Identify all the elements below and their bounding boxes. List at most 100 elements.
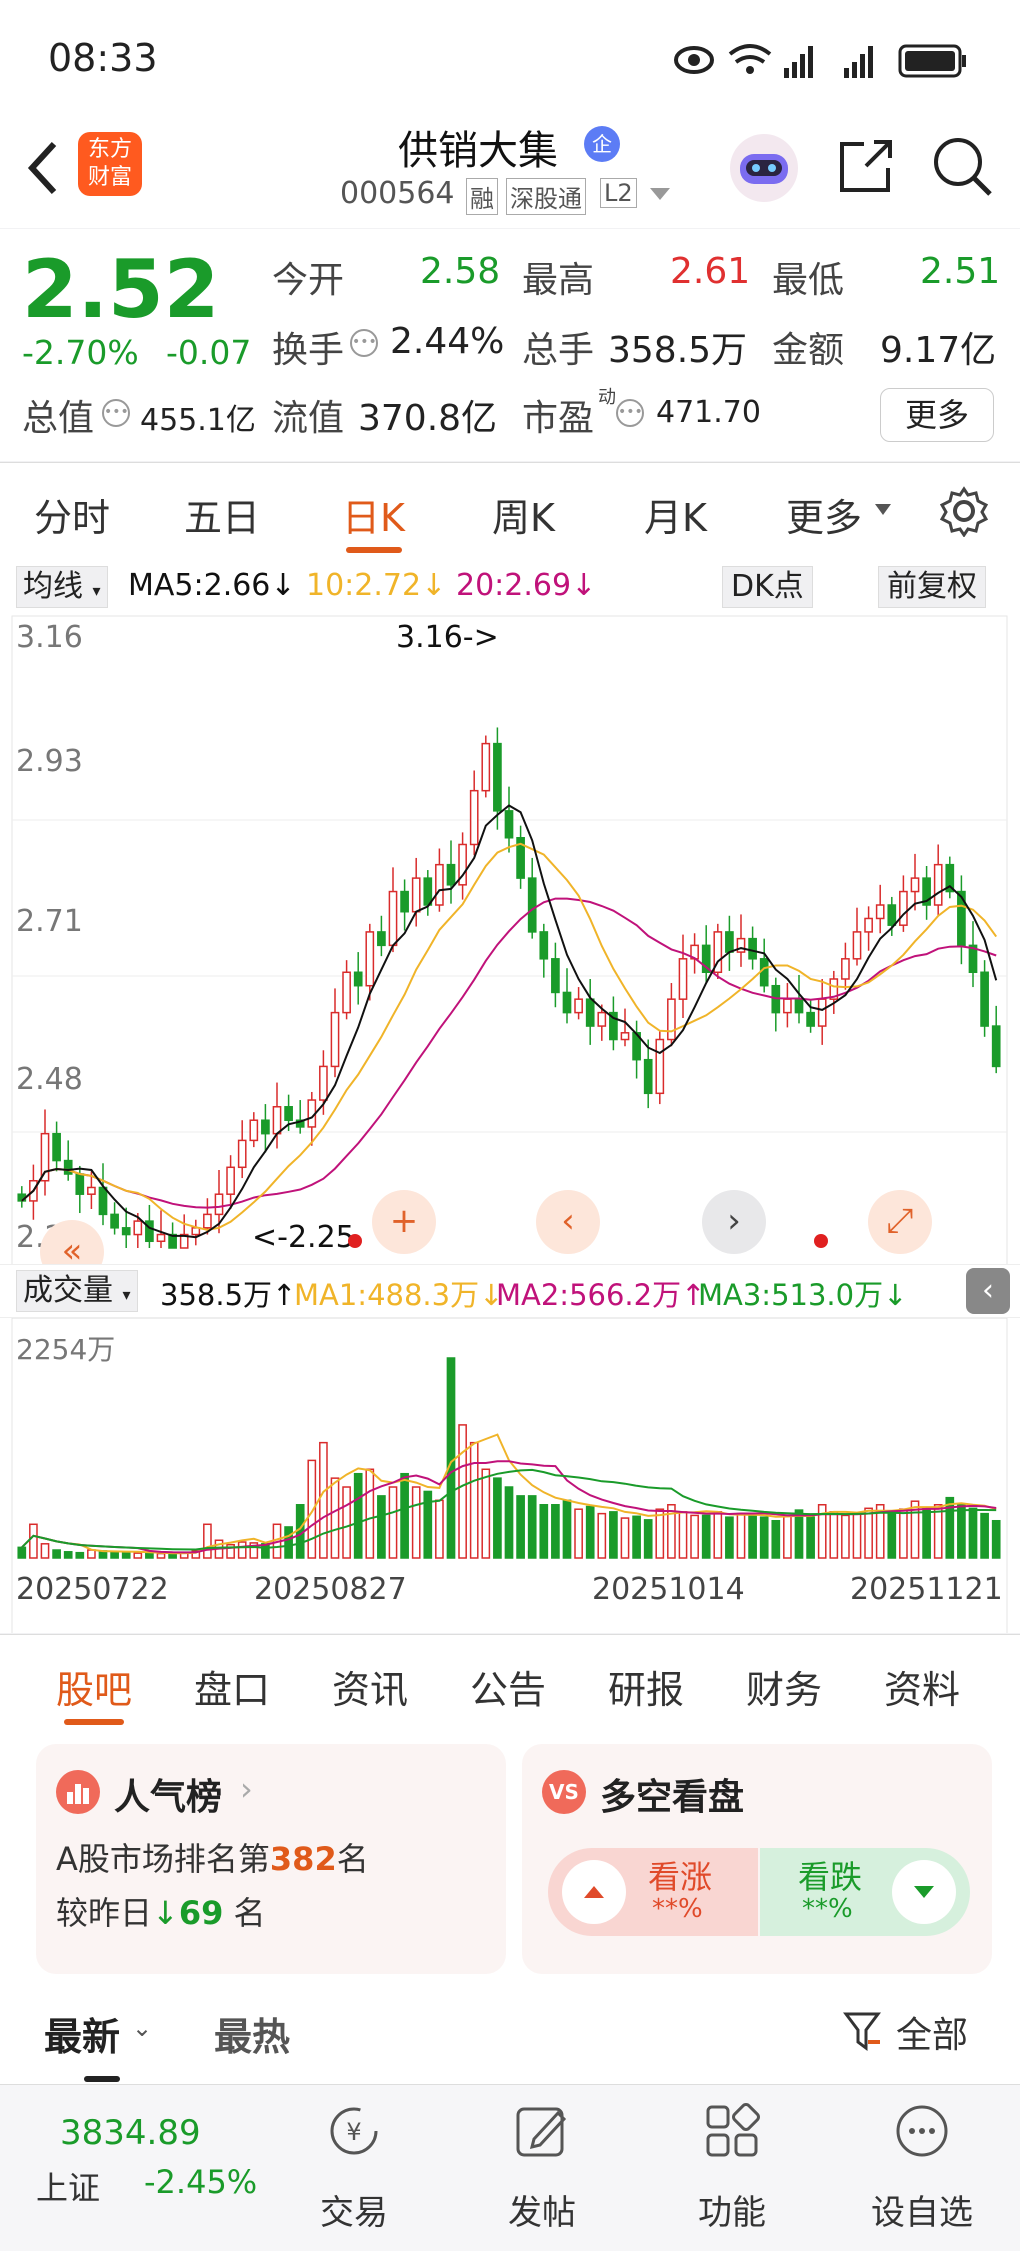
tab-daily-k[interactable]: 日K: [342, 487, 405, 542]
info-dots-icon[interactable]: •••: [350, 329, 378, 357]
bull-button[interactable]: 看涨 **%: [548, 1848, 758, 1936]
volume-bar: [933, 1504, 943, 1559]
dropdown-triangle-icon[interactable]: [648, 186, 672, 202]
tab-research[interactable]: 研报: [608, 1659, 684, 1714]
tab-more[interactable]: 更多: [786, 487, 862, 542]
event-dot[interactable]: [814, 1234, 828, 1248]
filter-icon[interactable]: [842, 2010, 882, 2054]
popularity-card[interactable]: 人气榜 › A股市场排名第382名 较昨日↓69 名: [36, 1744, 506, 1974]
volume-current: 358.5万↑: [160, 1278, 297, 1312]
tab-profile[interactable]: 资料: [884, 1659, 960, 1714]
chevron-down-icon[interactable]: ⌄: [132, 2014, 152, 2042]
tab-news[interactable]: 资讯: [332, 1659, 408, 1714]
expand-icon[interactable]: ⤢: [868, 1190, 932, 1254]
high-label: 最高: [522, 260, 595, 301]
volume-bar: [481, 1468, 491, 1559]
date-label-3: 20251014: [592, 1572, 745, 1607]
back-arrow-icon[interactable]: [22, 138, 62, 198]
volume-bar: [620, 1517, 630, 1559]
tab-hot[interactable]: 最热: [214, 2006, 290, 2061]
volume-label: 总手: [522, 330, 595, 371]
arrow-up-icon: [562, 1860, 626, 1924]
volume-selector-label: 成交量: [23, 1273, 113, 1308]
chevron-down-icon: [875, 504, 891, 515]
tab-forum[interactable]: 股吧: [56, 1659, 132, 1714]
chevron-left-icon[interactable]: ‹: [536, 1190, 600, 1254]
mktcap-label: 总值: [22, 398, 95, 439]
chevron-right-icon: ›: [240, 1770, 253, 1808]
search-icon[interactable]: [930, 134, 994, 198]
rank-change-prefix: 较昨日: [56, 1894, 153, 1932]
volume-bar: [794, 1509, 804, 1559]
candle-up: [481, 742, 491, 792]
more-quote-button[interactable]: 更多: [880, 388, 994, 442]
edit-post-icon[interactable]: [510, 2099, 574, 2163]
volume-bar: [516, 1495, 525, 1559]
collapse-panel-icon[interactable]: ‹: [966, 1268, 1010, 1314]
share-icon[interactable]: [836, 136, 896, 196]
tab-monthly-k[interactable]: 月K: [644, 487, 707, 542]
index-name[interactable]: 上证: [36, 2163, 100, 2209]
index-value[interactable]: 3834.89: [60, 2113, 201, 2153]
tab-latest[interactable]: 最新: [44, 2006, 120, 2061]
candle-up: [133, 1220, 143, 1236]
candle-up: [655, 1038, 665, 1095]
candle-up: [736, 937, 746, 953]
volume-selector[interactable]: 成交量 ▾: [16, 1270, 138, 1312]
volume-bar: [52, 1549, 61, 1559]
sentiment-card: VS 多空看盘 看涨 **% 看跌 **%: [522, 1744, 992, 1974]
volume-bar: [330, 1477, 340, 1559]
app-logo[interactable]: 东方 财富: [78, 132, 142, 196]
volume-bar: [922, 1507, 931, 1559]
info-dots-icon[interactable]: •••: [102, 399, 130, 427]
candle-down: [63, 1159, 73, 1175]
bar-chart-icon: [56, 1770, 100, 1814]
zoom-in-icon[interactable]: +: [372, 1190, 436, 1254]
nav-add-watchlist[interactable]: 设自选: [862, 2185, 982, 2234]
info-dots-icon[interactable]: •••: [616, 399, 644, 427]
volume-bar: [701, 1514, 711, 1559]
candle-down: [52, 1132, 61, 1162]
trade-yen-icon[interactable]: ¥: [322, 2099, 386, 2163]
candle-up: [156, 1233, 166, 1243]
amount-label: 金额: [772, 330, 845, 371]
filter-all[interactable]: 全部: [896, 2006, 968, 2058]
ma-lines-group: [21, 804, 998, 1239]
grid-functions-icon[interactable]: [700, 2099, 764, 2163]
event-dot[interactable]: [348, 1234, 362, 1248]
candle-down: [121, 1227, 131, 1236]
active-tab-indicator: [346, 547, 402, 553]
more-dots-icon[interactable]: [890, 2099, 954, 2163]
rank-suffix: 名: [336, 1840, 369, 1878]
volume-bar: [435, 1499, 444, 1559]
candle-up: [365, 931, 375, 987]
tab-five-day[interactable]: 五日: [184, 487, 260, 542]
pe-value: 471.70: [656, 395, 761, 430]
change-percent: -2.70%: [22, 333, 139, 372]
assistant-robot-icon[interactable]: [728, 132, 800, 204]
volume-bar: [29, 1523, 38, 1559]
tab-order-book[interactable]: 盘口: [194, 1659, 270, 1714]
svg-text:¥: ¥: [346, 2118, 361, 2146]
bear-button[interactable]: 看跌 **%: [760, 1848, 970, 1936]
tab-intraday[interactable]: 分时: [34, 487, 110, 542]
tab-weekly-k[interactable]: 周K: [492, 487, 555, 542]
candle-up: [411, 877, 421, 913]
chevron-right-icon[interactable]: ›: [702, 1190, 766, 1254]
volume-max-label: 2254万: [16, 1333, 116, 1366]
enterprise-badge: 企: [584, 126, 620, 162]
open-label: 今开: [272, 260, 345, 301]
tab-financials[interactable]: 财务: [746, 1659, 822, 1714]
tab-announcements[interactable]: 公告: [470, 1659, 546, 1714]
volume-bar: [63, 1551, 73, 1559]
gear-icon[interactable]: [938, 485, 990, 537]
candle-up: [203, 1213, 212, 1229]
ma20-line: [21, 897, 997, 1209]
nav-post[interactable]: 发帖: [482, 2185, 602, 2234]
rank-prefix: A股市场排名第: [56, 1840, 270, 1878]
volume-bar: [980, 1512, 989, 1559]
nav-functions[interactable]: 功能: [672, 2185, 792, 2234]
kline-svg[interactable]: [0, 558, 1020, 1633]
nav-trade[interactable]: 交易: [294, 2185, 414, 2234]
index-change[interactable]: -2.45%: [144, 2163, 257, 2201]
